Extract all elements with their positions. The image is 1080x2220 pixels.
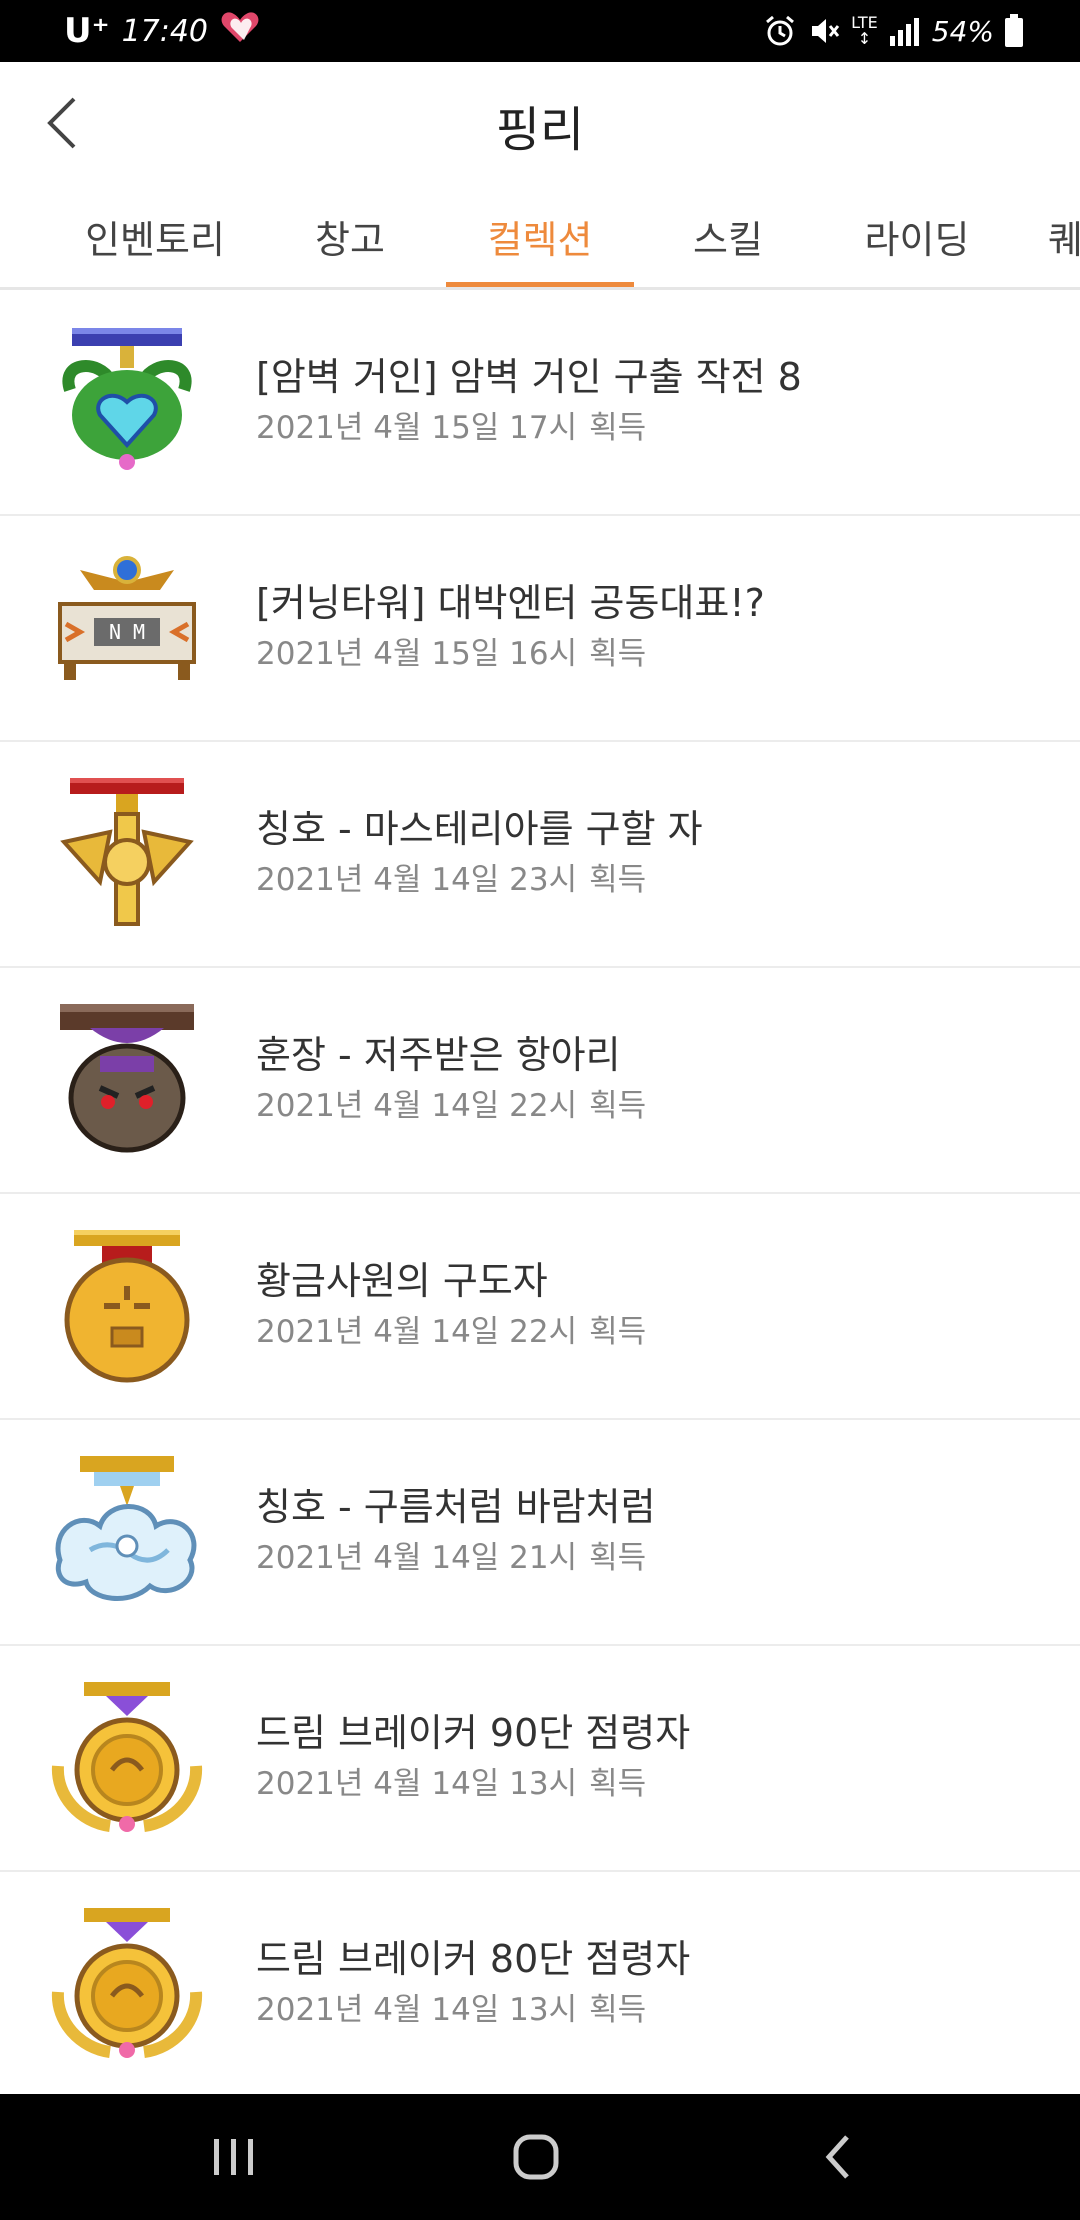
item-status: 획득 — [589, 862, 647, 898]
medal-dream-breaker-icon — [51, 1682, 203, 1832]
item-date-text: 2021년 4월 14일 22시 — [256, 1088, 578, 1124]
clock: 17:40 — [121, 13, 209, 49]
item-status: 획득 — [589, 1314, 647, 1350]
list-item[interactable]: [암벽 거인] 암벽 거인 구출 작전 8 2021년 4월 15일 17시 획득 — [0, 290, 1080, 516]
list-item[interactable]: N M [커닝타워] 대박엔터 공동대표!? 2021년 4월 15일 16시 획… — [0, 516, 1080, 742]
item-date-text: 2021년 4월 15일 17시 — [256, 410, 578, 446]
item-date: 2021년 4월 14일 22시 획득 — [256, 1306, 646, 1351]
item-name: 드림 브레이커 90단 점령자 — [256, 1711, 691, 1755]
status-bar: U⁺ 17:40 LTE ↕ 54% — [0, 0, 1080, 62]
item-name: 황금사원의 구도자 — [256, 1259, 548, 1303]
item-name: 훈장 - 저주받은 항아리 — [256, 1033, 621, 1077]
data-arrows-icon: ↕ — [857, 29, 872, 48]
battery-percent: 54% — [931, 14, 994, 48]
item-date: 2021년 4월 14일 23시 획득 — [256, 854, 646, 899]
item-date: 2021년 4월 14일 22시 획득 — [256, 1080, 646, 1125]
item-name: [암벽 거인] 암벽 거인 구출 작전 8 — [256, 355, 802, 399]
medal-gold-eagle-icon — [60, 778, 194, 926]
item-status: 획득 — [589, 1540, 647, 1576]
active-tab-indicator — [446, 282, 634, 287]
item-name: 칭호 - 구름처럼 바람처럼 — [256, 1485, 656, 1529]
heart-icon — [220, 10, 260, 52]
item-date-text: 2021년 4월 14일 21시 — [256, 1540, 578, 1576]
signal-icon — [888, 16, 922, 46]
list-item[interactable]: 황금사원의 구도자 2021년 4월 14일 22시 획득 — [0, 1194, 1080, 1420]
item-date-text: 2021년 4월 14일 13시 — [256, 1766, 578, 1802]
medal-golden-mask-icon — [64, 1230, 190, 1383]
item-date-text: 2021년 4월 14일 22시 — [256, 1314, 578, 1350]
medal-green-heart-icon — [62, 328, 192, 470]
tab-quest[interactable]: 퀘 — [1048, 182, 1080, 287]
recent-apps-icon — [214, 2139, 253, 2175]
home-button[interactable] — [476, 2124, 596, 2190]
collection-list: [암벽 거인] 암벽 거인 구출 작전 8 2021년 4월 15일 17시 획득… — [0, 290, 1080, 2098]
list-item[interactable]: 훈장 - 저주받은 항아리 2021년 4월 14일 22시 획득 — [0, 968, 1080, 1194]
item-status: 획득 — [589, 1766, 647, 1802]
list-item[interactable]: 칭호 - 마스테리아를 구할 자 2021년 4월 14일 23시 획득 — [0, 742, 1080, 968]
item-status: 획득 — [589, 410, 647, 446]
list-item[interactable]: 드림 브레이커 80단 점령자 2021년 4월 14일 13시 획득 — [0, 1872, 1080, 2098]
item-date: 2021년 4월 14일 13시 획득 — [256, 1758, 646, 1803]
app-header: 핑리 — [0, 62, 1080, 182]
tab-riding[interactable]: 라이딩 — [842, 182, 992, 287]
item-date-text: 2021년 4월 15일 16시 — [256, 636, 578, 672]
recent-apps-button[interactable] — [174, 2124, 294, 2190]
item-name: [커닝타워] 대박엔터 공동대표!? — [256, 581, 765, 625]
item-status: 획득 — [589, 636, 647, 672]
tab-inventory[interactable]: 인벤토리 — [70, 182, 240, 287]
back-icon — [825, 2135, 849, 2179]
list-item[interactable]: 칭호 - 구름처럼 바람처럼 2021년 4월 14일 21시 획득 — [0, 1420, 1080, 1646]
nameplate-badge-icon: N M — [58, 556, 196, 680]
item-date: 2021년 4월 14일 21시 획득 — [256, 1532, 646, 1577]
home-icon — [513, 2134, 559, 2180]
tab-skill[interactable]: 스킬 — [668, 182, 788, 287]
item-date-text: 2021년 4월 14일 13시 — [256, 1992, 578, 2028]
list-item[interactable]: 드림 브레이커 90단 점령자 2021년 4월 14일 13시 획득 — [0, 1646, 1080, 1872]
alarm-icon — [763, 14, 797, 48]
item-date: 2021년 4월 14일 13시 획득 — [256, 1984, 646, 2029]
medal-cursed-jar-icon — [60, 1004, 194, 1153]
network-indicator: LTE ↕ — [851, 15, 878, 47]
tab-storage[interactable]: 창고 — [290, 182, 410, 287]
system-back-button[interactable] — [778, 2124, 898, 2190]
mute-icon — [807, 14, 841, 48]
page-title: 핑리 — [495, 102, 585, 158]
item-status: 획득 — [589, 1088, 647, 1124]
item-date: 2021년 4월 15일 16시 획득 — [256, 628, 646, 673]
medal-dream-breaker-icon — [51, 1908, 203, 2058]
carrier-label: U⁺ — [64, 11, 110, 51]
item-status: 획득 — [589, 1992, 647, 2028]
tab-bar: 인벤토리 창고 컬렉션 스킬 라이딩 퀘 — [0, 182, 1080, 290]
medal-cloud-icon — [55, 1456, 197, 1601]
item-date: 2021년 4월 15일 17시 획득 — [256, 402, 646, 447]
item-name: 드림 브레이커 80단 점령자 — [256, 1937, 691, 1981]
item-date-text: 2021년 4월 14일 23시 — [256, 862, 578, 898]
svg-text:N M: N M — [109, 620, 145, 644]
item-name: 칭호 - 마스테리아를 구할 자 — [256, 807, 703, 851]
tab-collection[interactable]: 컬렉션 — [446, 182, 634, 287]
battery-icon — [1004, 14, 1024, 48]
system-nav-bar — [0, 2094, 1080, 2220]
